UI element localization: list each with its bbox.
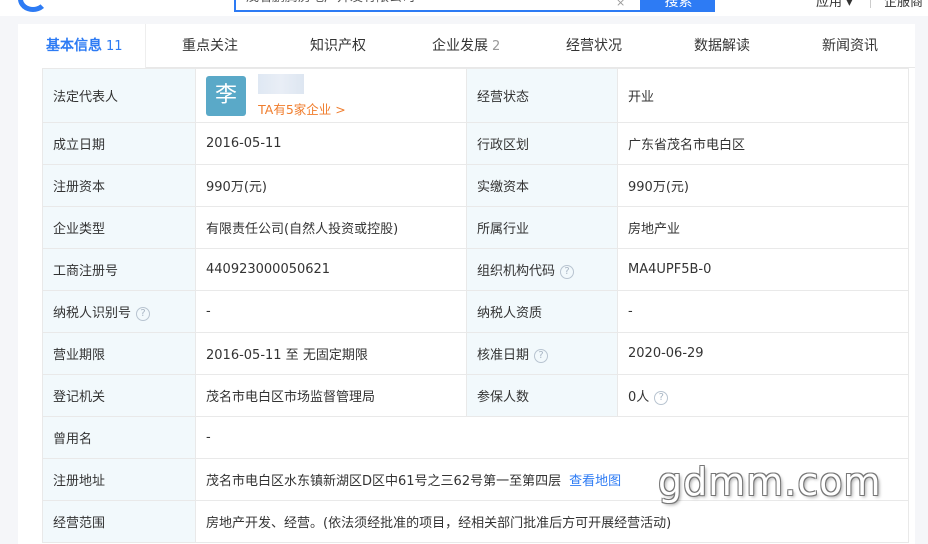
- help-icon[interactable]: ?: [560, 264, 575, 279]
- table-row: 成立日期 2016-05-11 行政区划 广东省茂名市电白区: [42, 122, 909, 165]
- table-row: 经营范围 房地产开发、经营。(依法须经批准的项目，经相关部门批准后方可开展经营活…: [42, 500, 909, 543]
- table-row: 登记机关 茂名市电白区市场监督管理局 参保人数 0人?: [42, 374, 909, 417]
- type-label: 企业类型: [42, 206, 196, 249]
- org-code-value: MA4UPF5B-0: [617, 248, 909, 291]
- reg-no-value: 440923000050621: [195, 248, 467, 291]
- tab-count: 2: [492, 39, 501, 54]
- help-icon[interactable]: ?: [654, 390, 669, 405]
- table-row: 曾用名 -: [42, 416, 909, 459]
- region-label: 行政区划: [466, 122, 618, 165]
- tab-label: 新闻资讯: [822, 38, 878, 54]
- apps-menu-link[interactable]: 应用 ▾: [816, 0, 853, 12]
- tab-label: 重点关注: [182, 38, 238, 54]
- rep-info: TA有5家企业 >: [258, 73, 346, 118]
- tab-operations[interactable]: 经营状况: [566, 24, 622, 68]
- insured-label: 参保人数: [466, 374, 618, 417]
- divider: [870, 0, 871, 8]
- former-name-value: -: [195, 416, 909, 459]
- taxpayer-qual-value: -: [617, 290, 909, 333]
- tab-key-focus[interactable]: 重点关注: [182, 24, 238, 68]
- address-value: 茂名市电白区水东镇新湖区D区中61号之三62号第一至第四层: [206, 474, 562, 489]
- approve-date-value: 2020-06-29: [617, 332, 909, 375]
- term-label: 营业期限: [42, 332, 196, 375]
- authority-value: 茂名市电白区市场监督管理局: [195, 374, 467, 417]
- reg-capital-value: 990万(元): [195, 164, 467, 207]
- tab-development[interactable]: 企业发展 2: [432, 24, 500, 68]
- blurred-name: [258, 73, 305, 94]
- clear-icon[interactable]: ×: [616, 0, 625, 9]
- region-value: 广东省茂名市电白区: [617, 122, 909, 165]
- tab-label: 数据解读: [694, 38, 750, 54]
- tab-label: 基本信息: [46, 38, 102, 54]
- reg-capital-label: 注册资本: [42, 164, 196, 207]
- search-input[interactable]: 茂名鹏腾房地产开发有限公司: [234, 0, 642, 12]
- tab-basic-info[interactable]: 基本信息 11: [46, 24, 123, 68]
- logo-icon[interactable]: [18, 0, 48, 12]
- paid-capital-label: 实缴资本: [466, 164, 618, 207]
- tab-label: 知识产权: [310, 38, 366, 54]
- help-icon[interactable]: ?: [136, 306, 151, 321]
- taxpayer-id-label: 纳税人识别号: [53, 306, 132, 321]
- table-row: 企业类型 有限责任公司(自然人投资或控股) 所属行业 房地产业: [42, 206, 909, 249]
- legal-rep-label: 法定代表人: [42, 68, 196, 123]
- paid-capital-value: 990万(元): [617, 164, 909, 207]
- top-header: 茂名鹏腾房地产开发有限公司 × 搜索 应用 ▾ 企服商: [0, 0, 928, 16]
- insured-value: 0人: [628, 390, 650, 405]
- address-label: 注册地址: [42, 458, 196, 501]
- watermark: gdmm.com: [658, 460, 882, 504]
- taxpayer-qual-label: 纳税人资质: [466, 290, 618, 333]
- table-row: 注册资本 990万(元) 实缴资本 990万(元): [42, 164, 909, 207]
- found-date-label: 成立日期: [42, 122, 196, 165]
- approve-date-label: 核准日期: [477, 348, 530, 363]
- table-row: 工商注册号 440923000050621 组织机构代码? MA4UPF5B-0: [42, 248, 909, 291]
- scope-label: 经营范围: [42, 500, 196, 543]
- avatar[interactable]: 李: [206, 75, 246, 116]
- insured-value-cell: 0人?: [617, 374, 909, 417]
- taxpayer-id-label-cell: 纳税人识别号?: [42, 290, 196, 333]
- tab-data-analysis[interactable]: 数据解读: [694, 24, 750, 68]
- ta-companies-link[interactable]: TA有5家企业 >: [258, 102, 346, 117]
- legal-rep-cell: 李 TA有5家企业 >: [195, 68, 467, 123]
- help-icon[interactable]: ?: [534, 348, 549, 363]
- search-button[interactable]: 搜索: [642, 0, 715, 12]
- industry-label: 所属行业: [466, 206, 618, 249]
- authority-label: 登记机关: [42, 374, 196, 417]
- enterprise-service-link[interactable]: 企服商: [884, 0, 923, 12]
- tab-count: 11: [106, 39, 123, 54]
- taxpayer-id-value: -: [195, 290, 467, 333]
- org-code-label: 组织机构代码: [477, 264, 556, 279]
- tab-news[interactable]: 新闻资讯: [822, 24, 878, 68]
- table-row: 营业期限 2016-05-11 至 无固定期限 核准日期? 2020-06-29: [42, 332, 909, 375]
- type-value: 有限责任公司(自然人投资或控股): [195, 206, 467, 249]
- scope-value: 房地产开发、经营。(依法须经批准的项目，经相关部门批准后方可开展经营活动): [195, 500, 909, 543]
- industry-value: 房地产业: [617, 206, 909, 249]
- org-code-label-cell: 组织机构代码?: [466, 248, 618, 291]
- approve-date-label-cell: 核准日期?: [466, 332, 618, 375]
- status-label: 经营状态: [466, 68, 618, 123]
- status-value: 开业: [617, 68, 909, 123]
- found-date-value: 2016-05-11: [195, 122, 467, 165]
- view-map-link[interactable]: 查看地图: [569, 474, 621, 489]
- tab-ip[interactable]: 知识产权: [310, 24, 366, 68]
- former-name-label: 曾用名: [42, 416, 196, 459]
- table-row: 纳税人识别号? - 纳税人资质 -: [42, 290, 909, 333]
- tab-label: 经营状况: [566, 38, 622, 54]
- table-row: 法定代表人 李 TA有5家企业 > 经营状态 开业: [42, 68, 909, 123]
- tab-label: 企业发展: [432, 38, 488, 54]
- tab-bar: 基本信息 11 重点关注 知识产权 企业发展 2 经营状况 数据解读 新闻资讯: [18, 24, 915, 68]
- reg-no-label: 工商注册号: [42, 248, 196, 291]
- term-value: 2016-05-11 至 无固定期限: [195, 332, 467, 375]
